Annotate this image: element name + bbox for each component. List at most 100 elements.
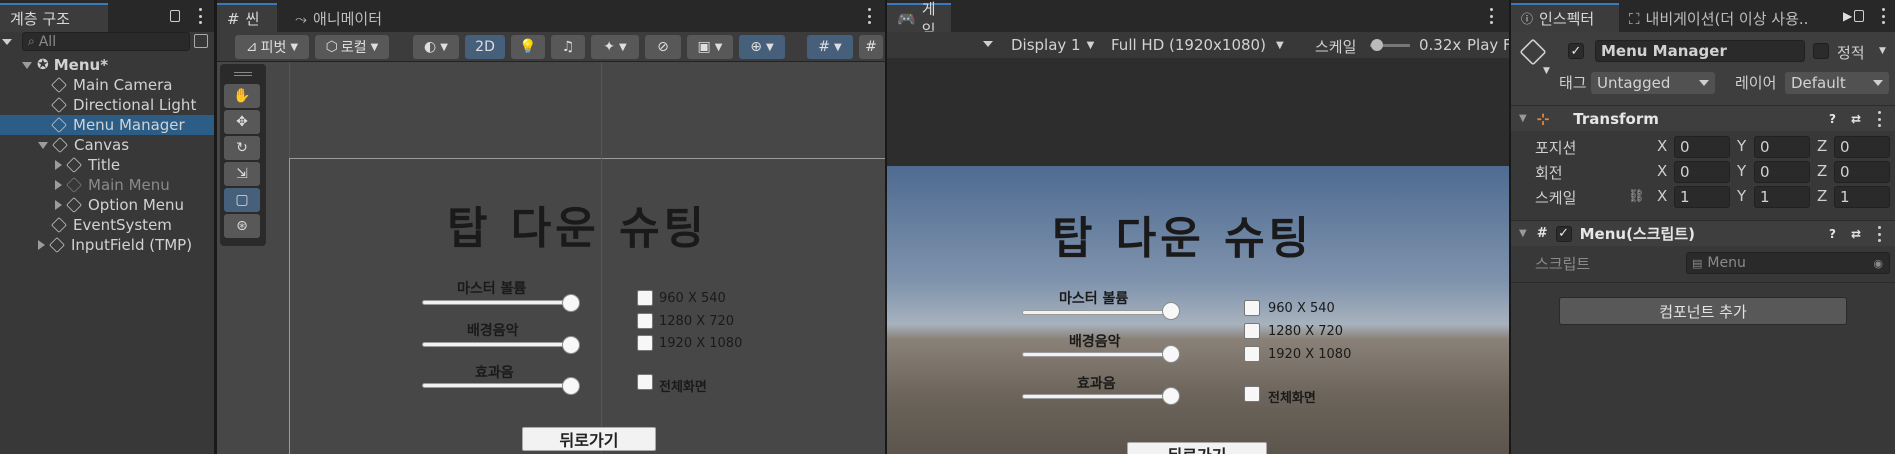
hierarchy-item-menu-manager[interactable]: Menu Manager <box>0 115 214 135</box>
hierarchy-item-main-menu[interactable]: Main Menu <box>0 175 214 195</box>
pivot-dropdown[interactable]: ⊿ 피벗 ▼ <box>235 35 309 59</box>
transform-header[interactable]: ▼ ⊹ Transform ? ⇄ <box>1511 105 1895 131</box>
preset-icon[interactable]: ⇄ <box>1851 112 1861 126</box>
active-checkbox[interactable]: ✓ <box>1568 43 1584 59</box>
help-icon[interactable]: ? <box>1829 227 1836 241</box>
game-slider-knob[interactable] <box>1162 302 1180 320</box>
2d-toggle-button[interactable]: 2D <box>465 35 505 59</box>
rotate-tool-button[interactable]: ↻ <box>224 136 260 160</box>
tab-scene[interactable]: # 씬 <box>217 3 277 32</box>
inspector-menu-icon[interactable] <box>1881 8 1885 24</box>
camera-dropdown[interactable]: ▣ ▼ <box>687 35 733 59</box>
add-component-button[interactable]: 컴포넌트 추가 <box>1559 297 1847 325</box>
static-dropdown-icon[interactable]: ▼ <box>1879 46 1886 56</box>
collapse-arrow-icon[interactable] <box>55 200 62 210</box>
chevron-down-icon[interactable]: ▼ <box>1543 66 1550 76</box>
collapse-arrow-icon[interactable] <box>55 160 62 170</box>
game-view[interactable]: 탑 다운 슈팅 마스터 볼륨 배경음악 효과음 960 X 540 1280 X… <box>887 166 1509 454</box>
component-menu-icon[interactable] <box>1877 226 1881 242</box>
tab-navigation[interactable]: ⛶ 내비게이션(더 이상 사용.. <box>1619 3 1839 32</box>
constrain-proportions-icon[interactable]: ⛓ <box>1628 189 1645 204</box>
position-z-field[interactable]: 0 <box>1834 136 1890 158</box>
expand-arrow-icon[interactable] <box>38 141 48 149</box>
game-slider-knob[interactable] <box>1162 345 1180 363</box>
scene-slider-knob[interactable] <box>562 336 580 354</box>
play-mode-dropdown[interactable]: Play F <box>1467 36 1509 54</box>
move-tool-button[interactable]: ✥ <box>224 110 260 134</box>
scale-tool-button[interactable]: ⇲ <box>224 162 260 186</box>
scale-y-field[interactable]: 1 <box>1754 186 1810 208</box>
help-icon[interactable]: ? <box>1829 112 1836 126</box>
game-slider-track[interactable] <box>1022 310 1170 315</box>
tools-drag-handle[interactable] <box>234 72 252 76</box>
scene-resolution-checkbox[interactable] <box>637 313 653 329</box>
snap-increment-button[interactable]: # <box>859 35 883 59</box>
lighting-toggle-button[interactable]: 💡 <box>511 35 545 59</box>
tag-dropdown[interactable]: Untagged <box>1591 72 1715 94</box>
tab-animator[interactable]: ⤳ 애니메이터 <box>285 3 400 32</box>
tab-inspector[interactable]: ⓘ 인스펙터 <box>1511 3 1619 32</box>
game-resolution-checkbox[interactable] <box>1244 300 1260 316</box>
script-component-header[interactable]: ▼ # ✓ Menu(스크립트) ? ⇄ <box>1511 220 1895 246</box>
draw-mode-dropdown[interactable]: ◐ ▼ <box>413 35 459 59</box>
tab-hierarchy[interactable]: 계층 구조 <box>0 3 108 32</box>
scale-x-field[interactable]: 1 <box>1674 186 1730 208</box>
create-dropdown-icon[interactable] <box>2 39 12 45</box>
tab-game[interactable]: 🎮 게임 <box>887 0 951 39</box>
hierarchy-item-canvas[interactable]: Canvas <box>0 135 214 155</box>
scene-back-button[interactable]: 뒤로가기 <box>522 427 656 451</box>
audio-toggle-button[interactable]: ♫ <box>551 35 585 59</box>
script-enabled-checkbox[interactable]: ✓ <box>1555 225 1572 242</box>
rotation-x-field[interactable]: 0 <box>1674 161 1730 183</box>
expand-arrow-icon[interactable] <box>22 61 32 69</box>
scene-menu-icon[interactable] <box>867 8 871 24</box>
preset-icon[interactable]: ⇄ <box>1851 227 1861 241</box>
transform-tool-button[interactable]: ⊛ <box>224 214 260 238</box>
hierarchy-search-input[interactable]: ⌕ All <box>22 32 190 51</box>
rotation-z-field[interactable]: 0 <box>1834 161 1890 183</box>
scene-resolution-checkbox[interactable] <box>637 290 653 306</box>
game-view-dropdown[interactable] <box>983 41 993 47</box>
scene-resolution-checkbox[interactable] <box>637 335 653 351</box>
scene-viewport[interactable]: ✋ ✥ ↻ ⇲ ▢ ⊛ 탑 다운 슈팅 마스터 볼륨 배경음악 효과음 960 … <box>217 62 885 454</box>
game-fullscreen-checkbox[interactable] <box>1244 386 1260 402</box>
scene-slider-track[interactable] <box>422 342 570 347</box>
effects-dropdown[interactable]: ✦ ▼ <box>591 35 639 59</box>
layer-dropdown[interactable]: Default <box>1785 72 1889 94</box>
position-y-field[interactable]: 0 <box>1754 136 1810 158</box>
component-menu-icon[interactable] <box>1877 111 1881 127</box>
gameobject-large-icon[interactable] <box>1519 38 1547 66</box>
collapse-arrow-icon[interactable] <box>38 240 45 250</box>
scene-slider-knob[interactable] <box>562 294 580 312</box>
rotation-y-field[interactable]: 0 <box>1754 161 1810 183</box>
game-menu-icon[interactable] <box>1489 8 1493 24</box>
position-x-field[interactable]: 0 <box>1674 136 1730 158</box>
local-dropdown[interactable]: ⬡ 로컬 ▼ <box>315 35 389 59</box>
game-back-button[interactable]: 뒤로가기 <box>1127 442 1267 454</box>
object-name-field[interactable]: Menu Manager <box>1595 40 1805 62</box>
more-tabs-icon[interactable]: ▶ <box>1843 9 1852 23</box>
scene-slider-track[interactable] <box>422 383 570 388</box>
collapse-arrow-icon[interactable] <box>55 180 62 190</box>
hierarchy-item-option-menu[interactable]: Option Menu <box>0 195 214 215</box>
hierarchy-item-title[interactable]: Title <box>0 155 214 175</box>
resolution-dropdown[interactable]: Full HD (1920x1080) ▼ <box>1111 34 1303 56</box>
hand-tool-button[interactable]: ✋ <box>224 84 260 108</box>
hierarchy-item-main-camera[interactable]: Main Camera <box>0 75 214 95</box>
game-resolution-checkbox[interactable] <box>1244 323 1260 339</box>
scene-slider-track[interactable] <box>422 300 570 305</box>
static-checkbox[interactable] <box>1813 43 1829 59</box>
hierarchy-item-menu-scene[interactable]: ✪ Menu* <box>0 55 214 75</box>
lock-icon[interactable] <box>1854 10 1864 22</box>
scale-z-field[interactable]: 1 <box>1834 186 1890 208</box>
scene-slider-knob[interactable] <box>562 377 580 395</box>
gizmos-dropdown[interactable]: ⊕ ▼ <box>739 35 785 59</box>
rect-tool-button[interactable]: ▢ <box>224 188 260 212</box>
hierarchy-item-eventsystem[interactable]: EventSystem <box>0 215 214 235</box>
search-options-icon[interactable] <box>194 34 208 48</box>
game-slider-knob[interactable] <box>1162 387 1180 405</box>
game-slider-track[interactable] <box>1022 352 1170 357</box>
display-dropdown[interactable]: Display 1 ▼ <box>1011 34 1109 56</box>
scale-slider-knob[interactable] <box>1371 39 1383 51</box>
grid-snapping-dropdown[interactable]: # ▼ <box>807 35 853 59</box>
